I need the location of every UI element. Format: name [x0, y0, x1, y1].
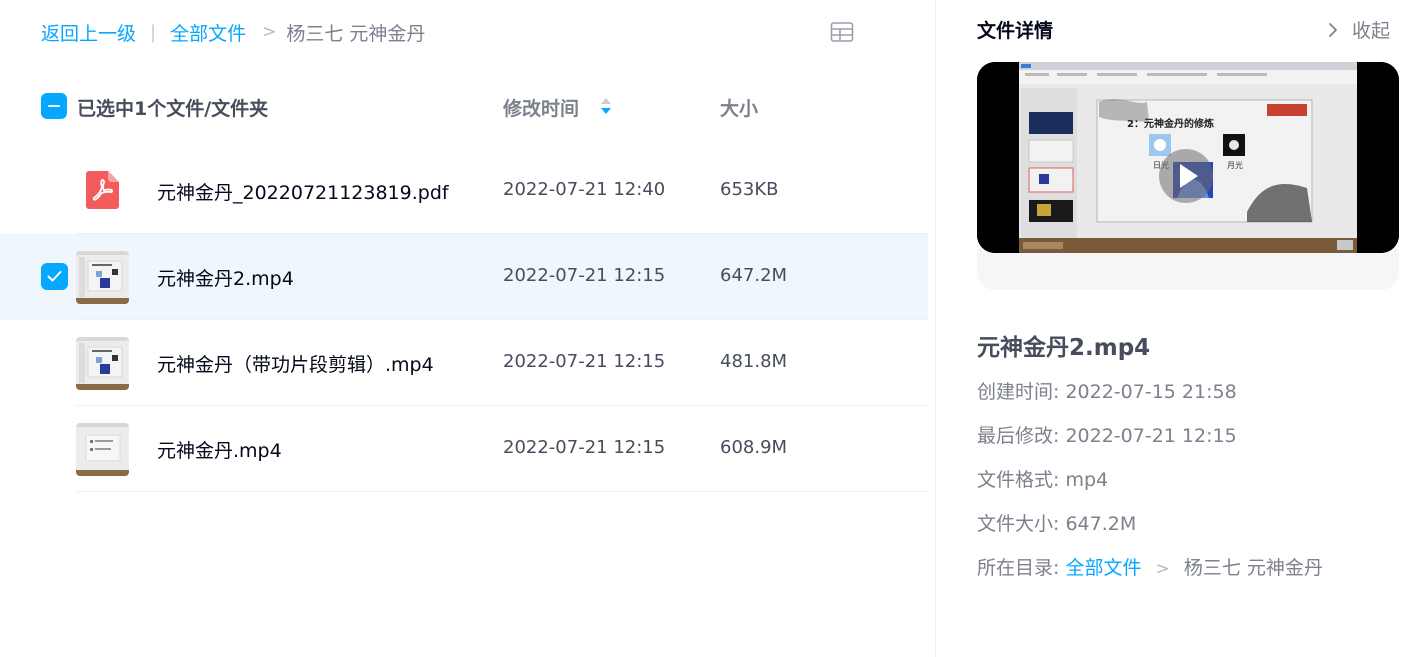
meta-modified: 最后修改: 2022-07-21 12:15 — [977, 421, 1237, 448]
file-size: 647.2M — [720, 265, 788, 286]
play-icon[interactable] — [1159, 149, 1213, 203]
meta-created: 创建时间: 2022-07-15 21:58 — [977, 377, 1237, 404]
details-title: 文件详情 — [977, 20, 1054, 42]
slide-label-moon: 月光 — [1227, 160, 1243, 170]
video-thumbnail — [76, 337, 129, 390]
collapse-button[interactable]: 收起 — [1328, 16, 1390, 43]
list-header: 已选中1个文件/文件夹 修改时间 大小 — [0, 82, 928, 130]
directory-arrow: > — [1155, 559, 1170, 579]
file-list: 元神金丹_20220721123819.pdf 2022-07-21 12:40… — [0, 148, 928, 492]
table-row[interactable]: 元神金丹2.mp4 2022-07-21 12:15 647.2M — [0, 234, 928, 320]
meta-created-value: 2022-07-15 21:58 — [1065, 381, 1237, 403]
row-checkbox[interactable] — [41, 263, 68, 290]
table-row[interactable]: 元神金丹.mp4 2022-07-21 12:15 608.9M — [0, 406, 928, 492]
file-name[interactable]: 元神金丹（带功片段剪辑）.mp4 — [157, 350, 434, 377]
file-modified-time: 2022-07-21 12:15 — [503, 351, 666, 372]
breadcrumb-root-link[interactable]: 全部文件 — [170, 19, 246, 46]
breadcrumb-arrow: > — [262, 22, 277, 42]
sort-arrows-icon[interactable] — [600, 96, 612, 116]
column-modified-time[interactable]: 修改时间 — [503, 94, 579, 121]
grid-view-icon[interactable] — [830, 21, 854, 43]
video-thumbnail — [76, 423, 129, 476]
meta-format-label: 文件格式: — [977, 469, 1060, 491]
file-size: 608.9M — [720, 437, 788, 458]
file-size: 481.8M — [720, 351, 788, 372]
file-details-pane: 文件详情 收起 2：元神金丹的修炼 月光 元神金丹2.mp4 创建时间: 202… — [936, 0, 1423, 657]
meta-format-value: mp4 — [1065, 469, 1109, 491]
back-link[interactable]: 返回上一级 — [41, 19, 136, 46]
file-modified-time: 2022-07-21 12:15 — [503, 265, 666, 286]
checkmark-icon — [47, 271, 62, 282]
row-checkbox[interactable] — [41, 349, 68, 376]
file-name[interactable]: 元神金丹.mp4 — [157, 436, 282, 463]
details-file-name: 元神金丹2.mp4 — [977, 335, 1151, 361]
directory-root-link[interactable]: 全部文件 — [1065, 557, 1141, 579]
slide-title: 2：元神金丹的修炼 — [1127, 117, 1214, 130]
table-row[interactable]: 元神金丹（带功片段剪辑）.mp4 2022-07-21 12:15 481.8M — [0, 320, 928, 406]
file-modified-time: 2022-07-21 12:40 — [503, 179, 666, 200]
meta-modified-value: 2022-07-21 12:15 — [1065, 425, 1237, 447]
meta-size-value: 647.2M — [1065, 513, 1137, 535]
video-thumbnail — [76, 251, 129, 304]
preview-card: 2：元神金丹的修炼 日光 月光 — [977, 62, 1399, 290]
breadcrumb-divider: | — [150, 21, 157, 43]
column-size[interactable]: 大小 — [720, 94, 758, 121]
video-preview[interactable]: 2：元神金丹的修炼 日光 月光 — [977, 62, 1399, 253]
select-all-checkbox[interactable] — [41, 93, 67, 119]
file-list-pane: 返回上一级 | 全部文件 > 杨三七 元神金丹 已选中1个文件/文件夹 修改时间… — [0, 0, 935, 657]
meta-size-label: 文件大小: — [977, 513, 1060, 535]
meta-modified-label: 最后修改: — [977, 425, 1060, 447]
meta-format: 文件格式: mp4 — [977, 465, 1108, 492]
file-name[interactable]: 元神金丹2.mp4 — [157, 264, 294, 291]
directory-current[interactable]: 杨三七 元神金丹 — [1184, 557, 1323, 579]
selection-count: 已选中1个文件/文件夹 — [77, 98, 269, 120]
chevron-right-icon — [1329, 22, 1337, 37]
meta-directory-label: 所在目录: — [977, 557, 1060, 579]
meta-directory: 所在目录: 全部文件 > 杨三七 元神金丹 — [977, 553, 1323, 580]
collapse-label: 收起 — [1352, 20, 1391, 42]
row-checkbox[interactable] — [41, 177, 68, 204]
breadcrumb-current: 杨三七 元神金丹 — [286, 22, 426, 45]
file-modified-time: 2022-07-21 12:15 — [503, 437, 666, 458]
pdf-file-icon — [86, 171, 119, 209]
file-size: 653KB — [720, 179, 779, 200]
breadcrumb: 返回上一级 | 全部文件 > 杨三七 元神金丹 — [41, 18, 425, 46]
row-checkbox[interactable] — [41, 435, 68, 462]
table-row[interactable]: 元神金丹_20220721123819.pdf 2022-07-21 12:40… — [0, 148, 928, 234]
meta-created-label: 创建时间: — [977, 381, 1060, 403]
file-name[interactable]: 元神金丹_20220721123819.pdf — [157, 178, 449, 205]
meta-size: 文件大小: 647.2M — [977, 509, 1136, 536]
